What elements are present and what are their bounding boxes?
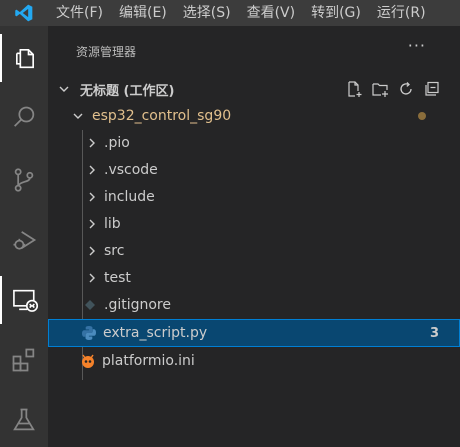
more-actions-icon[interactable]: ··· <box>408 36 426 55</box>
tree-item-lib[interactable]: lib <box>48 211 460 237</box>
tree-item-label: extra_script.py <box>103 325 208 341</box>
tree-item-label: .vscode <box>104 162 158 178</box>
tree-item-test[interactable]: test <box>48 265 460 291</box>
chevron-right-icon <box>84 243 100 259</box>
title-bar: 文件(F) 编辑(E) 选择(S) 查看(V) 转到(G) 运行(R) <box>0 0 460 26</box>
remote-explorer-icon[interactable] <box>0 276 48 324</box>
chevron-right-icon <box>84 216 100 232</box>
modified-dot-icon <box>418 112 426 120</box>
git-file-icon <box>82 297 98 313</box>
chevron-right-icon <box>84 270 100 286</box>
tree-item-label: include <box>104 189 155 205</box>
chevron-down-icon <box>56 81 72 97</box>
run-debug-icon[interactable] <box>0 216 48 264</box>
testing-icon[interactable] <box>0 396 48 444</box>
explorer-sidebar: 资源管理器 ··· 无标题 (工作区) esp32_control_sg90 .… <box>48 26 460 447</box>
search-icon[interactable] <box>0 94 48 142</box>
explorer-actions <box>344 76 442 102</box>
refresh-icon[interactable] <box>396 79 416 99</box>
workspace-title: 无标题 (工作区) <box>80 83 175 99</box>
chevron-right-icon <box>84 189 100 205</box>
menu-file[interactable]: 文件(F) <box>48 0 111 26</box>
vscode-logo-icon <box>0 0 48 26</box>
workspace-row[interactable]: 无标题 (工作区) <box>48 76 460 102</box>
menu-run[interactable]: 运行(R) <box>369 0 434 26</box>
tree-item-gitignore[interactable]: .gitignore <box>48 292 460 318</box>
chevron-right-icon <box>84 162 100 178</box>
platformio-file-icon <box>80 353 96 369</box>
tree-item-label: platformio.ini <box>102 353 195 369</box>
explorer-header: 资源管理器 ··· <box>48 26 460 76</box>
python-file-icon <box>81 325 97 341</box>
root-folder-name: esp32_control_sg90 <box>92 108 232 124</box>
menu-edit[interactable]: 编辑(E) <box>111 0 175 26</box>
tree-item-platformio-ini[interactable]: platformio.ini <box>48 348 460 374</box>
tree-item-label: .pio <box>104 135 130 151</box>
source-control-icon[interactable] <box>0 156 48 204</box>
tree-item-label: .gitignore <box>104 297 171 313</box>
extensions-icon[interactable] <box>0 336 48 384</box>
chevron-right-icon <box>84 135 100 151</box>
tree-item-label: test <box>104 270 131 286</box>
root-folder-row[interactable]: esp32_control_sg90 <box>48 103 460 129</box>
problems-count-badge: 3 <box>429 325 439 341</box>
tree-item-label: src <box>104 243 125 259</box>
new-file-icon[interactable] <box>344 79 364 99</box>
new-folder-icon[interactable] <box>370 79 390 99</box>
tree-item-src[interactable]: src <box>48 238 460 264</box>
activity-bar <box>0 26 48 447</box>
chevron-down-icon <box>70 108 86 124</box>
menu-go[interactable]: 转到(G) <box>303 0 369 26</box>
tree-item-vscode[interactable]: .vscode <box>48 157 460 183</box>
tree-item-pio[interactable]: .pio <box>48 130 460 156</box>
files-icon[interactable] <box>0 34 48 82</box>
explorer-title: 资源管理器 <box>76 44 137 59</box>
menu-view[interactable]: 查看(V) <box>239 0 304 26</box>
tree-item-label: lib <box>104 216 121 232</box>
collapse-all-icon[interactable] <box>422 79 442 99</box>
menu-selection[interactable]: 选择(S) <box>175 0 239 26</box>
tree-item-extra-script[interactable]: extra_script.py 3 <box>48 319 460 347</box>
tree-item-include[interactable]: include <box>48 184 460 210</box>
